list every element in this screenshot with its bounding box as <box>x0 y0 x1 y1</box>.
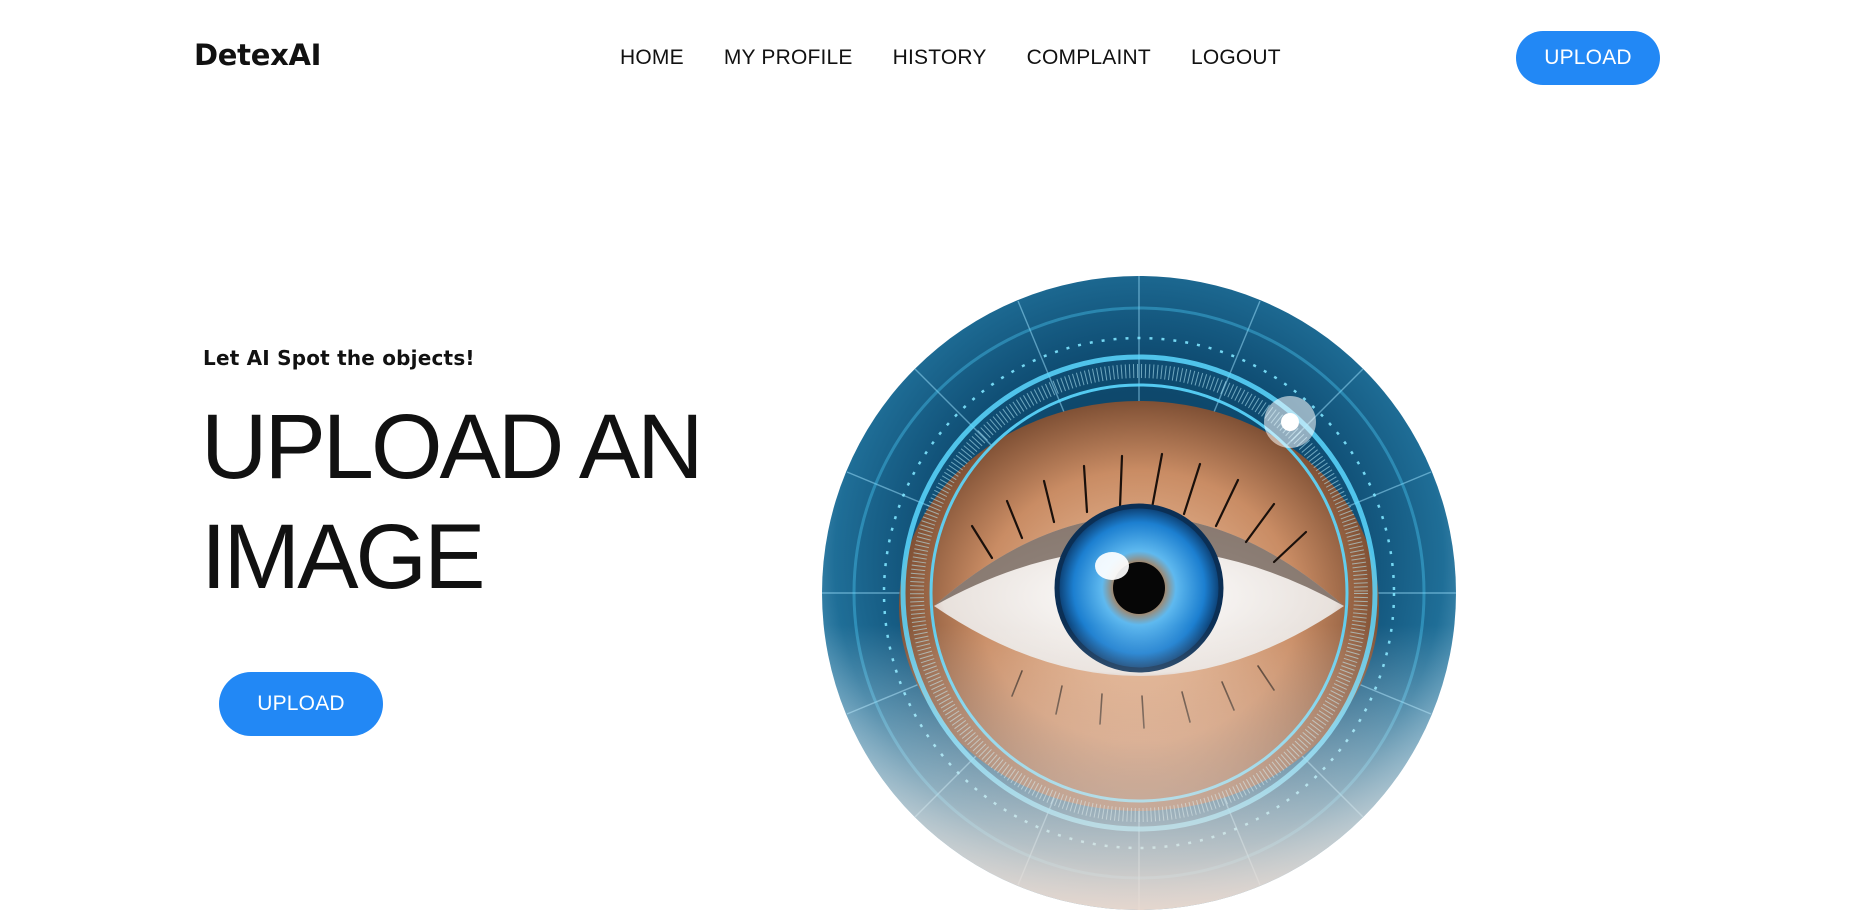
nav-item-home: HOME <box>620 46 684 70</box>
main-nav: HOME MY PROFILE HISTORY COMPLAINT LOGOUT <box>620 46 1281 70</box>
hero-title: UPLOAD AN IMAGE <box>201 392 763 612</box>
hero-title-line-2: IMAGE <box>201 506 485 608</box>
nav-link-logout[interactable]: LOGOUT <box>1191 46 1281 69</box>
hero-title-line-1: UPLOAD AN <box>201 396 704 498</box>
nav-link-history[interactable]: HISTORY <box>893 46 987 69</box>
nav-item-my-profile: MY PROFILE <box>724 46 853 70</box>
nav-link-my-profile[interactable]: MY PROFILE <box>724 46 853 69</box>
top-header: DetexAI HOME MY PROFILE HISTORY COMPLAIN… <box>0 0 1860 116</box>
nav-item-logout: LOGOUT <box>1191 46 1281 70</box>
hero-tagline: Let AI Spot the objects! <box>203 346 475 370</box>
brand-logo[interactable]: DetexAI <box>194 38 321 72</box>
header-upload-button[interactable]: UPLOAD <box>1516 31 1660 85</box>
nav-item-complaint: COMPLAINT <box>1027 46 1151 70</box>
nav-item-history: HISTORY <box>893 46 987 70</box>
nav-link-complaint[interactable]: COMPLAINT <box>1027 46 1151 69</box>
nav-link-home[interactable]: HOME <box>620 46 684 69</box>
futuristic-eye-scan-icon <box>822 276 1456 910</box>
hero-text: Let AI Spot the objects! UPLOAD AN IMAGE <box>201 346 763 612</box>
hero-upload-button[interactable]: UPLOAD <box>219 672 383 736</box>
